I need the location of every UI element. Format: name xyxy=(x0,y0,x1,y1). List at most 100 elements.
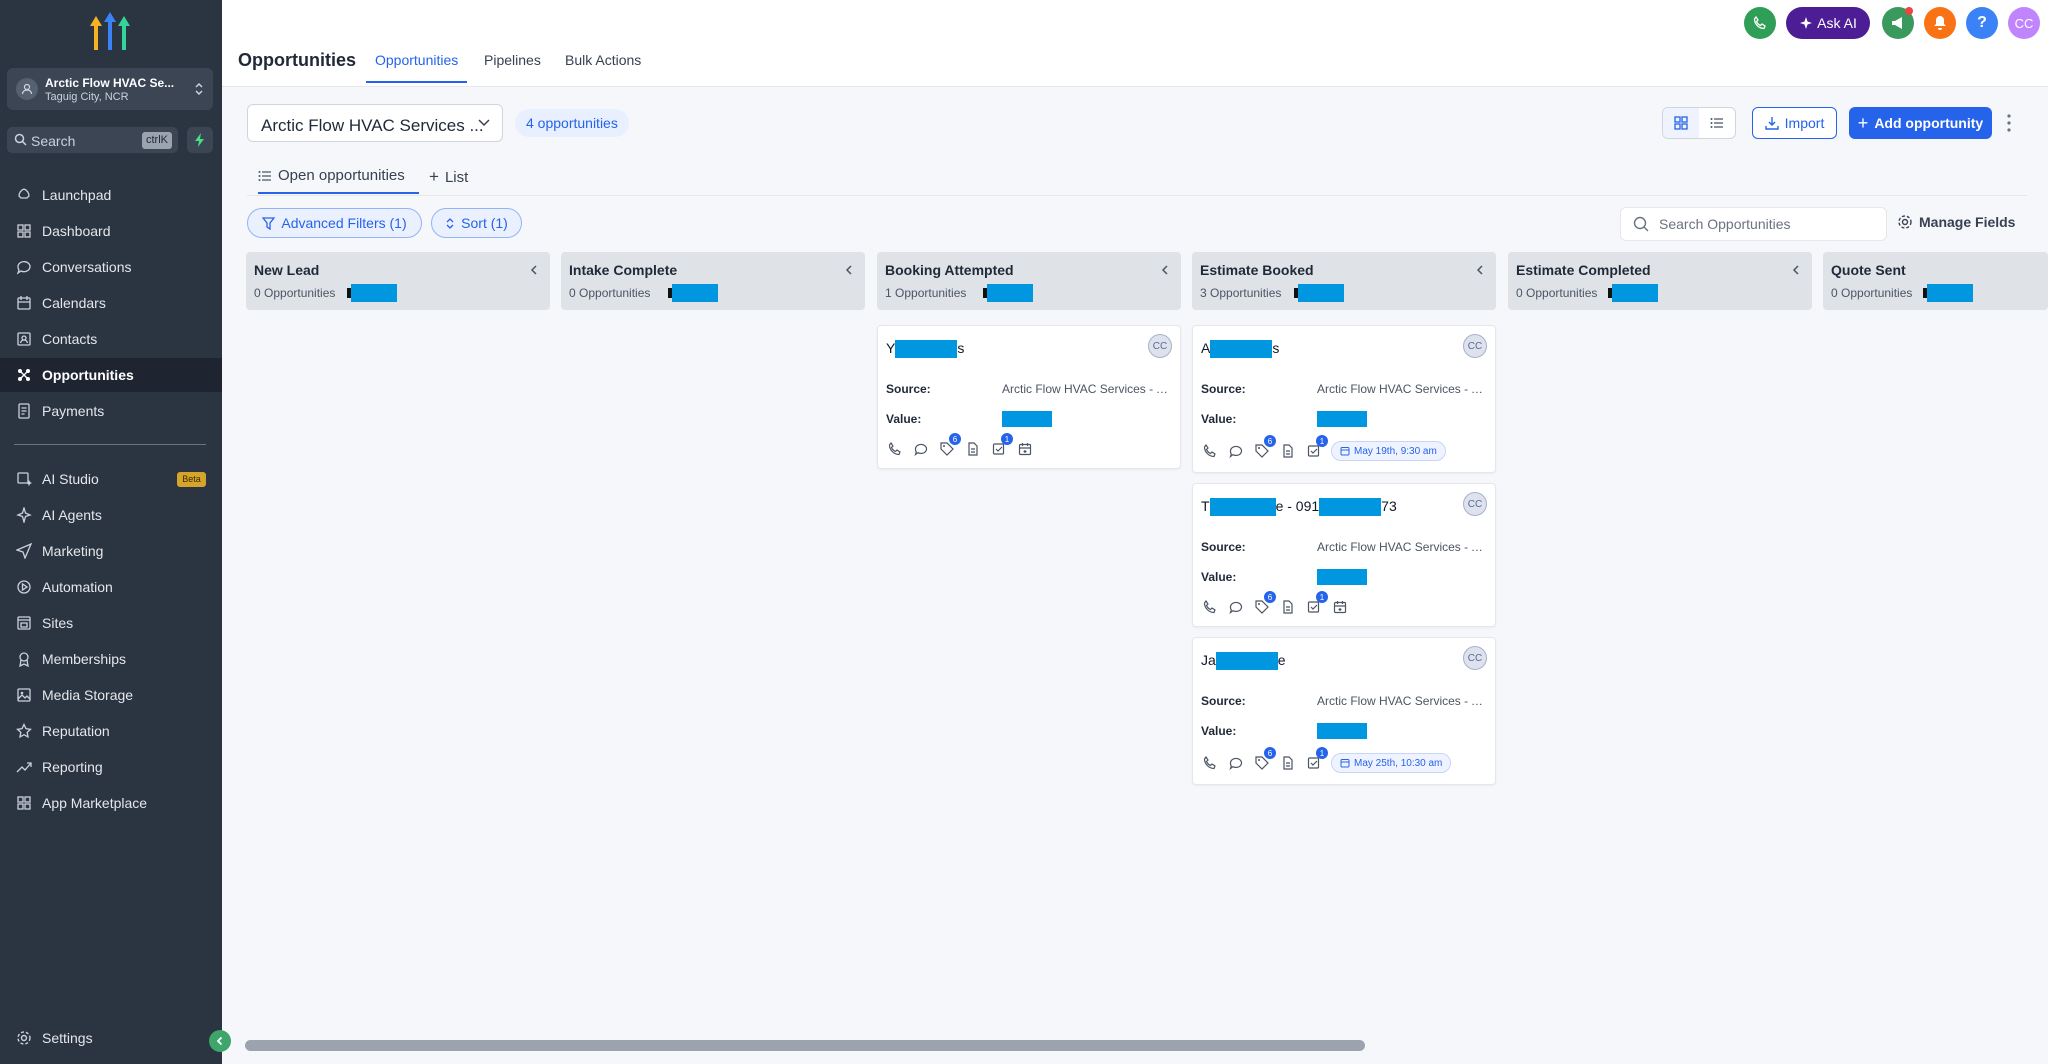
calendar-icon xyxy=(1340,759,1350,768)
sidebar-item-settings[interactable]: Settings xyxy=(0,1021,222,1055)
document-icon[interactable] xyxy=(1279,598,1297,616)
chat-icon[interactable] xyxy=(1227,442,1245,460)
manage-fields-button[interactable]: Manage Fields xyxy=(1897,214,2015,230)
announcements-button[interactable] xyxy=(1882,7,1914,39)
user-avatar[interactable]: CC xyxy=(2008,7,2040,39)
assignee-avatar[interactable]: CC xyxy=(1148,334,1172,358)
sidebar-item-sites[interactable]: Sites xyxy=(0,606,222,640)
sidebar-item-calendars[interactable]: Calendars xyxy=(0,286,222,320)
sort-button[interactable]: Sort (1) xyxy=(431,208,522,238)
help-button[interactable]: ? xyxy=(1966,7,1998,39)
chat-icon[interactable] xyxy=(1227,754,1245,772)
quick-action-button[interactable] xyxy=(187,127,213,153)
collapse-sidebar-button[interactable] xyxy=(209,1030,231,1052)
tag-icon[interactable]: 6 xyxy=(938,433,961,458)
task-icon[interactable]: 1 xyxy=(1305,747,1328,772)
subtab-add-list[interactable]: + List xyxy=(429,167,468,187)
calendar-icon[interactable] xyxy=(1016,440,1034,458)
opportunity-card[interactable]: Te - 091 73 CC Source: Arctic Flow HVAC Serv… xyxy=(1192,483,1496,627)
calendar-icon[interactable] xyxy=(1331,598,1349,616)
more-options-icon[interactable] xyxy=(2003,112,2015,134)
collapse-column-icon[interactable] xyxy=(530,264,538,276)
document-icon[interactable] xyxy=(1279,754,1297,772)
account-switcher[interactable]: Arctic Flow HVAC Se... Taguig City, NCR xyxy=(7,68,213,110)
sidebar-item-automation[interactable]: Automation xyxy=(0,570,222,604)
subtab-open-opportunities[interactable]: Open opportunities xyxy=(258,167,405,184)
sparkle-icon xyxy=(1800,17,1813,29)
sidebar-item-launchpad[interactable]: Launchpad xyxy=(0,178,222,212)
notifications-button[interactable] xyxy=(1924,7,1956,39)
card-actions: 61 xyxy=(886,433,1034,458)
top-header: Opportunities Opportunities Pipelines Bu… xyxy=(222,0,2048,87)
column-title: New Lead xyxy=(254,262,320,278)
opportunity-card[interactable]: As CC Source: Arctic Flow HVAC Services - A… xyxy=(1192,325,1496,473)
assignee-avatar[interactable]: CC xyxy=(1463,334,1487,358)
task-icon[interactable]: 1 xyxy=(1305,591,1328,616)
sidebar-item-ai-agents[interactable]: AI Agents xyxy=(0,498,222,532)
import-button[interactable]: Import xyxy=(1752,107,1837,139)
chat-icon[interactable] xyxy=(912,440,930,458)
search-opportunities-input[interactable]: Search Opportunities xyxy=(1620,207,1887,241)
tab-opportunities[interactable]: Opportunities xyxy=(375,52,458,68)
chat-icon[interactable] xyxy=(1227,598,1245,616)
sidebar-item-media-storage[interactable]: Media Storage xyxy=(0,678,222,712)
tab-bulk-actions[interactable]: Bulk Actions xyxy=(565,52,641,68)
sidebar-item-contacts[interactable]: Contacts xyxy=(0,322,222,356)
ask-ai-label: Ask AI xyxy=(1817,15,1857,31)
sidebar-item-app-marketplace[interactable]: App Marketplace xyxy=(0,786,222,820)
phone-button[interactable] xyxy=(1744,7,1776,39)
tag-icon[interactable]: 6 xyxy=(1253,435,1276,460)
sidebar-item-reputation[interactable]: Reputation xyxy=(0,714,222,748)
add-opportunity-button[interactable]: + Add opportunity xyxy=(1849,107,1992,139)
sidebar-item-opportunities[interactable]: Opportunities xyxy=(0,358,222,392)
advanced-filters-button[interactable]: Advanced Filters (1) xyxy=(247,208,422,238)
beta-badge: Beta xyxy=(177,472,206,487)
sidebar-item-payments[interactable]: Payments xyxy=(0,394,222,428)
sidebar-item-label: Reputation xyxy=(42,723,110,739)
subtab-label: List xyxy=(444,168,469,186)
collapse-column-icon[interactable] xyxy=(845,264,853,276)
opportunity-name[interactable]: As xyxy=(1201,340,1279,359)
task-icon[interactable]: 1 xyxy=(990,433,1013,458)
sidebar-item-conversations[interactable]: Conversations xyxy=(0,250,222,284)
sidebar-item-marketing[interactable]: Marketing xyxy=(0,534,222,568)
opportunity-card[interactable]: Ja e CC Source: Arctic Flow HVAC Services - … xyxy=(1192,637,1496,785)
sidebar-item-memberships[interactable]: Memberships xyxy=(0,642,222,676)
ask-ai-button[interactable]: Ask AI xyxy=(1786,7,1870,39)
document-icon[interactable] xyxy=(964,440,982,458)
collapse-column-icon[interactable] xyxy=(1792,264,1800,276)
sidebar-item-dashboard[interactable]: Dashboard xyxy=(0,214,222,248)
column-title: Booking Attempted xyxy=(885,262,1014,278)
document-icon[interactable] xyxy=(1279,442,1297,460)
source-value: Arctic Flow HVAC Services - Ai... xyxy=(1317,382,1489,396)
horizontal-scrollbar[interactable] xyxy=(245,1040,1365,1051)
opportunity-name[interactable]: Ja e xyxy=(1201,652,1286,671)
tag-icon[interactable]: 6 xyxy=(1253,747,1276,772)
sidebar-item-label: Conversations xyxy=(42,259,132,275)
tag-icon[interactable]: 6 xyxy=(1253,591,1276,616)
assignee-avatar[interactable]: CC xyxy=(1463,492,1487,516)
calendar-icon xyxy=(14,293,34,313)
appointment-date-chip[interactable]: May 19th, 9:30 am xyxy=(1331,441,1446,461)
app-logo[interactable] xyxy=(88,12,134,52)
appointment-date-chip[interactable]: May 25th, 10:30 am xyxy=(1331,753,1452,773)
tab-pipelines[interactable]: Pipelines xyxy=(484,52,541,68)
collapse-column-icon[interactable] xyxy=(1161,264,1169,276)
opportunity-name[interactable]: Te - 091 73 xyxy=(1201,498,1397,517)
task-icon[interactable]: 1 xyxy=(1305,435,1328,460)
sidebar-search-input[interactable]: Search ctrlK xyxy=(7,127,178,153)
assignee-avatar[interactable]: CC xyxy=(1463,646,1487,670)
opportunity-card[interactable]: Ys CC Source: Arctic Flow HVAC Services - A… xyxy=(877,325,1181,469)
pipeline-select[interactable]: Arctic Flow HVAC Services ... xyxy=(247,104,503,142)
phone-icon[interactable] xyxy=(1201,754,1219,772)
sidebar-item-reporting[interactable]: Reporting xyxy=(0,750,222,784)
chat-icon xyxy=(14,257,34,277)
opportunity-name[interactable]: Ys xyxy=(886,340,964,359)
phone-icon[interactable] xyxy=(1201,442,1219,460)
collapse-column-icon[interactable] xyxy=(1476,264,1484,276)
list-view-button[interactable] xyxy=(1699,108,1735,138)
phone-icon[interactable] xyxy=(886,440,904,458)
phone-icon[interactable] xyxy=(1201,598,1219,616)
board-view-button[interactable] xyxy=(1663,108,1699,138)
column-count: 0 Opportunities xyxy=(1516,286,1598,300)
